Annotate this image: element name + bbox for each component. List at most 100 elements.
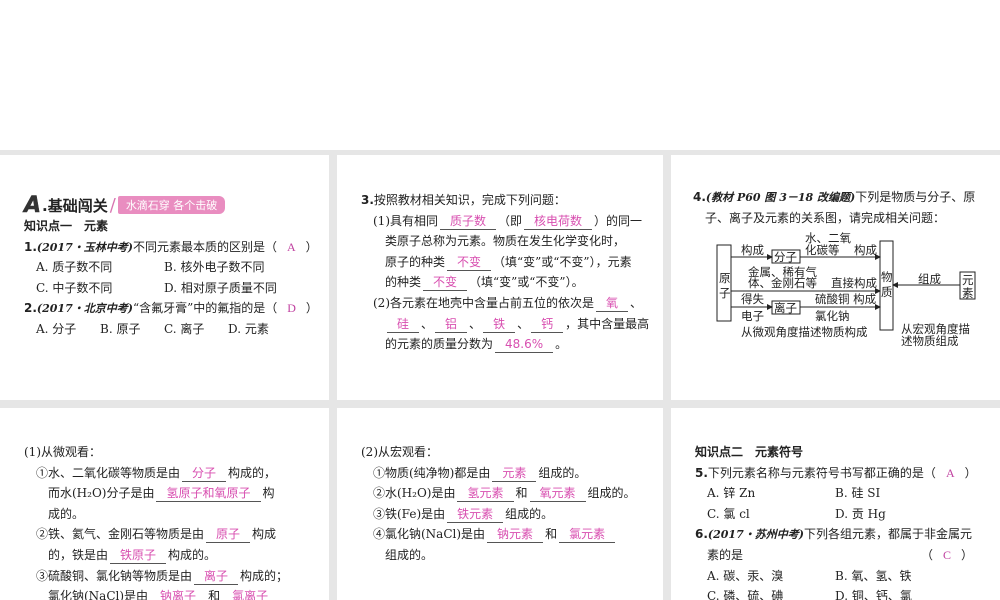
text-line: ③铁(Fe)是由 铁元素 组成的。 bbox=[361, 504, 653, 525]
text-line: (1)从微观看： bbox=[24, 442, 319, 463]
text-line: 1.(2017・玉林中考)不同元素最本质的区别是（ A ） bbox=[24, 237, 319, 258]
fill-blank-answer: 氯元素 bbox=[559, 526, 616, 544]
fill-blank-answer: 铝 bbox=[435, 316, 468, 333]
question-text-segment: ） bbox=[964, 465, 977, 480]
fill-blank-answer: 离子 bbox=[194, 568, 239, 585]
section-letter: A bbox=[24, 192, 42, 218]
fill-blank-answer: 铁原子 bbox=[110, 547, 167, 564]
question-text-segment: 下列是物质与分子、原 bbox=[855, 190, 976, 204]
text-line: 的元素的质量分数为 48.6%。 bbox=[361, 334, 653, 355]
fill-blank-answer: 原子 bbox=[206, 526, 251, 544]
slide-panel-4: (1)从微观看： ①水、二氧化碳等物质是由 分子 构成的， 而水(H₂O)分子是由 氢原子… bbox=[0, 408, 329, 600]
text-line: 6.(2017・苏州中考)下列各组元素，都属于非金属元 bbox=[695, 524, 990, 545]
question-text-segment: 知识点二 元素符号 bbox=[695, 445, 804, 459]
question-text-segment: 构成的； bbox=[240, 568, 289, 583]
answer-option: A. 分子 bbox=[36, 321, 77, 336]
question-text-segment: 子、离子及元素的关系图，请完成相关问题： bbox=[705, 210, 946, 225]
question-text-segment: 下列元素名称与元素符号书写都正确的是（ bbox=[707, 465, 936, 480]
fill-blank-answer: 铁元素 bbox=[447, 506, 504, 523]
fill-blank-answer: 氢原子和氧原子 bbox=[156, 485, 261, 503]
fill-blank-answer: 硅 bbox=[387, 316, 420, 333]
question-text-segment: 5. bbox=[695, 465, 708, 480]
fill-blank-answer: 钠离子 bbox=[150, 588, 206, 600]
answer-option: B. 硅 SI bbox=[835, 486, 881, 501]
answer-option: D. 元素 bbox=[228, 321, 269, 336]
fill-blank-answer: 铁 bbox=[483, 316, 516, 333]
text-line: 类原子总称为元素。物质在发生化学变化时， bbox=[361, 231, 653, 252]
fill-blank-answer: 钠元素 bbox=[487, 526, 544, 544]
question-text-segment: “含氟牙膏”中的氟指的是（ bbox=[132, 301, 278, 316]
question-text-segment: ） bbox=[305, 301, 318, 316]
text-line: ②铁、氦气、金刚石等物质是由 原子 构成 bbox=[24, 524, 319, 545]
question-text-segment: 4. bbox=[693, 190, 706, 204]
question-text-segment: 构成的。 bbox=[168, 547, 217, 562]
answer-option: A. 碳、汞、溴 bbox=[707, 568, 784, 583]
section-title: .基础闯关 bbox=[42, 196, 108, 215]
question-text-segment: 构成的， bbox=[228, 465, 277, 480]
text-line: ④氯化钠(NaCl)是由 钠元素和氯元素 bbox=[361, 524, 653, 545]
choice-answer: C bbox=[943, 547, 952, 562]
question-text-segment: 组成的。 bbox=[587, 486, 636, 501]
question-text-segment: 氯化钠(NaCl)是由 bbox=[48, 589, 149, 600]
answer-option: A. 锌 Zn bbox=[707, 486, 756, 501]
question-text: (1)从微观看： ①水、二氧化碳等物质是由 分子 构成的， 而水(H₂O)分子是由 氢原子… bbox=[24, 442, 319, 600]
text-line: ①水、二氧化碳等物质是由 分子 构成的， bbox=[24, 463, 319, 484]
text-line: (2)从宏观看： bbox=[361, 442, 653, 463]
question-text-segment: 不同元素最本质的区别是（ bbox=[132, 239, 277, 254]
question-text-segment: 、 bbox=[630, 295, 643, 310]
fill-blank-answer: 钙 bbox=[531, 316, 564, 333]
question-text-segment: ③铁(Fe)是由 bbox=[373, 506, 446, 521]
question-text: 知识点二 元素符号 5.下列元素名称与元素符号书写都正确的是（ A ） A. 锌 Zn B… bbox=[695, 442, 990, 600]
question-text-segment: ）的同一 bbox=[594, 213, 643, 228]
text-line: C. 中子数不同 D. 相对原子质量不同 bbox=[24, 278, 319, 299]
question-text-segment: 的种类 bbox=[385, 275, 422, 290]
question-text-segment: ） bbox=[961, 547, 974, 562]
fill-blank-answer: 氧 bbox=[596, 295, 629, 312]
text-line: 5.下列元素名称与元素符号书写都正确的是（ A ） bbox=[695, 463, 990, 484]
slide-panel-6: 知识点二 元素符号 5.下列元素名称与元素符号书写都正确的是（ A ） A. 锌 Zn B… bbox=[671, 408, 1000, 600]
question-text-segment: 下列各组元素，都属于非金属元 bbox=[803, 527, 972, 542]
question-text-segment: 1. bbox=[24, 239, 37, 254]
question-text-segment: (2)各元素在地壳中含量占前五位的依次是 bbox=[373, 295, 594, 310]
question-text-segment: 和 bbox=[208, 589, 221, 600]
question-text-segment: （即 bbox=[498, 213, 523, 228]
answer-option: B. 氧、氢、铁 bbox=[835, 568, 912, 583]
question-text-segment: 、 bbox=[517, 316, 530, 331]
text-line: A. 锌 Zn B. 硅 SI bbox=[695, 483, 990, 504]
question-text: 知识点一 元素 1.(2017・玉林中考)不同元素最本质的区别是（ A ） A. 质子数… bbox=[24, 216, 319, 340]
slide-panel-2: 3.按照教材相关知识，完成下列问题： (1)具有相同 质子数 （即 核电荷数 ）的同一 类原… bbox=[337, 155, 663, 400]
question-text-segment: 组成的。 bbox=[385, 547, 434, 562]
text-line: 素的是 （ C ） bbox=[695, 545, 990, 566]
question-text-segment: ②铁、氦气、金刚石等物质是由 bbox=[36, 527, 205, 542]
question-text-segment: (1)具有相同 bbox=[373, 213, 438, 228]
question-source: (教材 P60 图 3－18 改编题) bbox=[705, 191, 856, 204]
question-text-segment: 2. bbox=[24, 301, 37, 316]
fill-blank-answer: 氢元素 bbox=[457, 485, 514, 503]
question-text-segment: ③硫酸铜、氯化钠等物质是由 bbox=[36, 568, 193, 583]
question-text-segment: ①物质(纯净物)都是由 bbox=[373, 465, 491, 480]
choice-answer: D bbox=[287, 301, 296, 316]
text-line: 而水(H₂O)分子是由 氢原子和氧原子构 bbox=[24, 483, 319, 504]
fill-blank-answer: 48.6% bbox=[495, 336, 554, 354]
text-line: 3.按照教材相关知识，完成下列问题： bbox=[361, 190, 653, 211]
question-text-segment: 和 bbox=[515, 486, 528, 501]
text-line: 子、离子及元素的关系图，请完成相关问题： bbox=[693, 208, 990, 229]
fill-blank-answer: 不变 bbox=[447, 254, 492, 271]
text-line: 4.(教材 P60 图 3－18 改编题)下列是物质与分子、原 bbox=[693, 187, 990, 208]
question-text-segment: (1)从微观看： bbox=[24, 445, 101, 459]
slide-panel-5: (2)从宏观看： ①物质(纯净物)都是由 元素 组成的。 ②水(H₂O)是由 氢元素和氧元… bbox=[337, 408, 663, 600]
question-text: (2)从宏观看： ①物质(纯净物)都是由 元素 组成的。 ②水(H₂O)是由 氢元素和氧元… bbox=[361, 442, 653, 566]
question-text-segment: 3. bbox=[361, 193, 374, 207]
text-line: 知识点二 元素符号 bbox=[695, 442, 990, 463]
fill-blank-answer: 不变 bbox=[423, 274, 468, 292]
text-line: C. 磷、硫、碘 D. 铜、钙、氯 bbox=[695, 586, 990, 600]
question-text-segment: 的，铁是由 bbox=[48, 547, 109, 562]
text-line: ③硫酸铜、氯化钠等物质是由 离子 构成的； bbox=[24, 566, 319, 587]
question-text-segment: 6. bbox=[695, 527, 708, 542]
text-line: 知识点一 元素 bbox=[24, 216, 319, 237]
text-line: 的种类 不变 （填“变”或“不变”）。 bbox=[361, 272, 653, 293]
question-source: (2017・北京中考) bbox=[36, 302, 133, 316]
question-text-segment: 成的。 bbox=[48, 506, 85, 521]
fill-blank-answer: 质子数 bbox=[440, 213, 497, 230]
question-text-segment: ②水(H₂O)是由 bbox=[373, 486, 456, 501]
